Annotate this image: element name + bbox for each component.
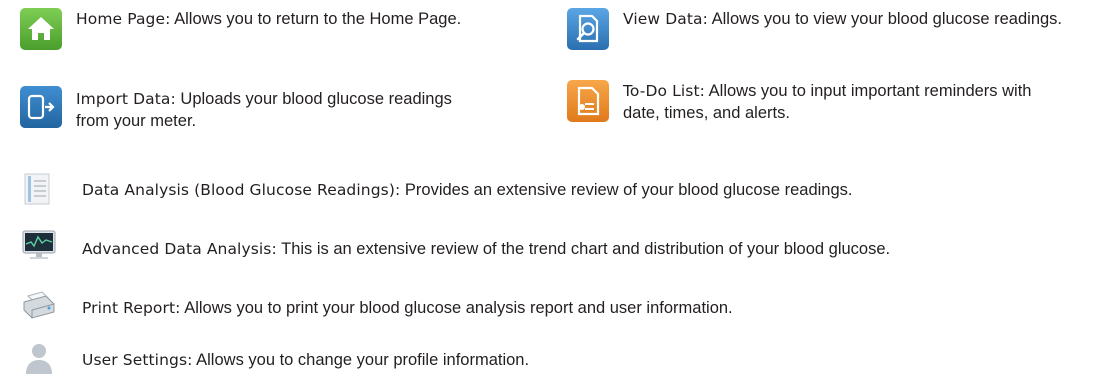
legend-item-import-data: Import Data: Uploads your blood glucose … (20, 86, 480, 132)
item-description: This is an extensive review of the trend… (281, 240, 891, 258)
item-term: Import Data: (76, 90, 176, 108)
data-analysis-icon (22, 172, 56, 206)
item-description: Allows you to change your profile inform… (196, 351, 530, 369)
legend-item-print-report: Print Report: Allows you to print your b… (20, 288, 1020, 322)
view-data-icon (567, 8, 609, 50)
printer-icon (20, 288, 58, 322)
item-term: Print Report: (82, 299, 181, 317)
legend-item-user-settings: User Settings: Allows you to change your… (22, 340, 822, 374)
item-term: To-Do List: (623, 82, 705, 100)
item-description: Allows you to view your blood glucose re… (711, 10, 1062, 28)
item-description: Allows you to return to the Home Page. (174, 10, 462, 28)
user-settings-icon (22, 340, 56, 374)
legend-item-home: Home Page: Allows you to return to the H… (20, 8, 510, 50)
advanced-analysis-icon (20, 228, 58, 262)
legend-item-view-data: View Data: Allows you to view your blood… (567, 8, 1087, 50)
legend-item-advanced-analysis: Advanced Data Analysis: This is an exten… (20, 228, 1090, 262)
import-data-icon (20, 86, 62, 128)
item-term: View Data: (623, 10, 708, 28)
item-term: Home Page: (76, 10, 171, 28)
todo-list-icon (567, 80, 609, 122)
item-term: Data Analysis (Blood Glucose Readings): (82, 181, 401, 199)
item-term: Advanced Data Analysis: (82, 240, 277, 258)
item-description: Allows you to print your blood glucose a… (184, 299, 733, 317)
legend-item-todo-list: To-Do List: Allows you to input importan… (567, 80, 1047, 124)
item-description: Provides an extensive review of your blo… (404, 181, 853, 199)
item-term: User Settings: (82, 351, 193, 369)
legend-item-data-analysis: Data Analysis (Blood Glucose Readings): … (22, 172, 1082, 206)
home-icon (20, 8, 62, 50)
